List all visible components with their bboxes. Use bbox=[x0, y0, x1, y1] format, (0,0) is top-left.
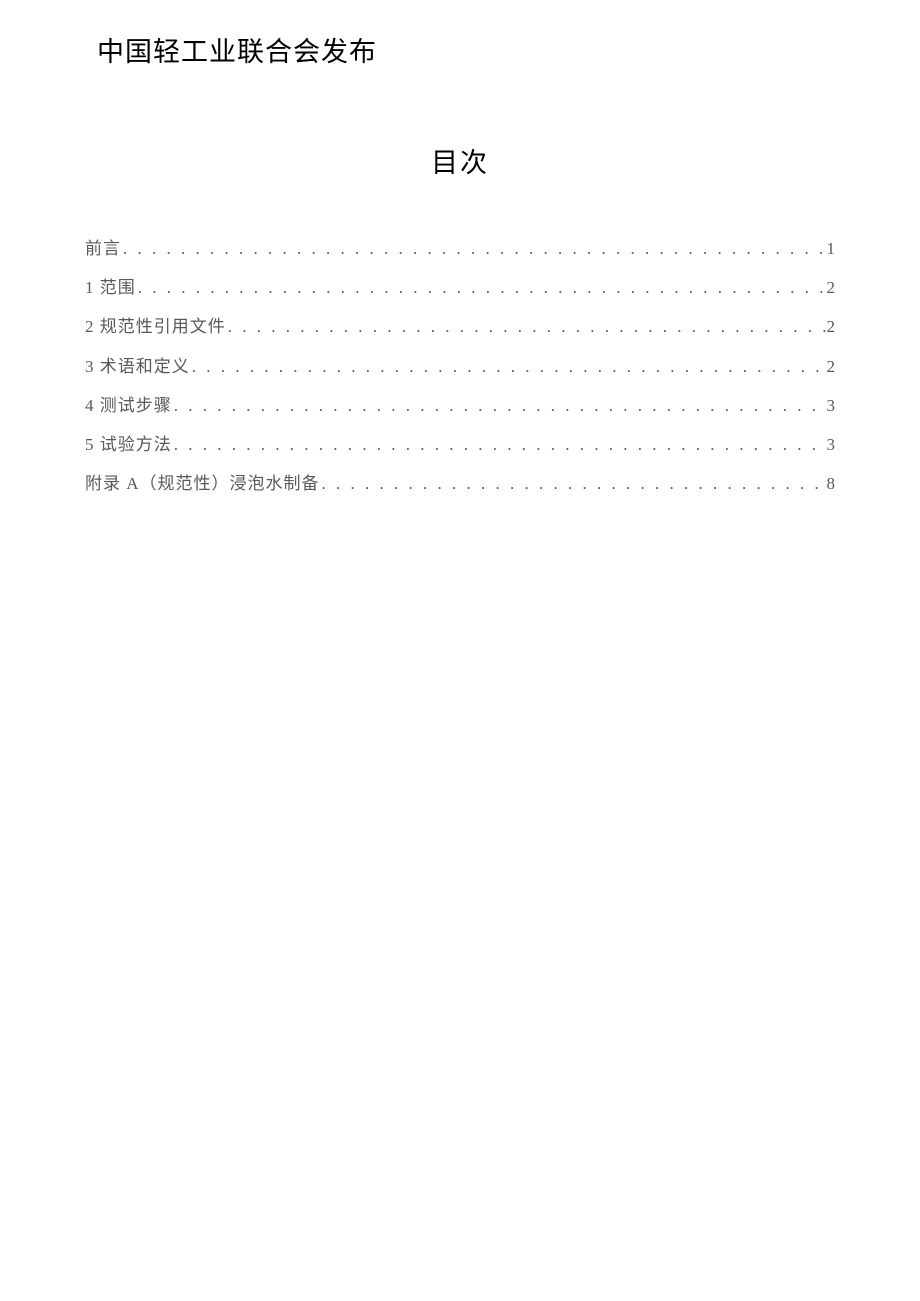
toc-list: 前言 . . . . . . . . . . . . . . . . . . .… bbox=[85, 235, 835, 497]
toc-item: 3 术语和定义 . . . . . . . . . . . . . . . . … bbox=[85, 353, 835, 380]
toc-dots: . . . . . . . . . . . . . . . . . . . . … bbox=[172, 431, 827, 458]
document-page: 中国轻工业联合会发布 目次 前言 . . . . . . . . . . . .… bbox=[0, 0, 920, 497]
toc-item-page: 2 bbox=[827, 274, 836, 301]
toc-dots: . . . . . . . . . . . . . . . . . . . . … bbox=[226, 313, 827, 340]
toc-item-page: 3 bbox=[827, 431, 836, 458]
toc-item-label: 1 范围 bbox=[85, 274, 136, 301]
toc-item-page: 2 bbox=[827, 313, 836, 340]
toc-item-label: 2 规范性引用文件 bbox=[85, 313, 226, 340]
toc-item-label: 前言 bbox=[85, 235, 121, 262]
toc-dots: . . . . . . . . . . . . . . . . . . . . … bbox=[320, 470, 827, 497]
publisher-name: 中国轻工业联合会发布 bbox=[97, 30, 835, 69]
toc-item: 5 试验方法 . . . . . . . . . . . . . . . . .… bbox=[85, 431, 835, 458]
toc-item-label: 附录 A（规范性）浸泡水制备 bbox=[85, 470, 320, 497]
toc-item: 附录 A（规范性）浸泡水制备 . . . . . . . . . . . . .… bbox=[85, 470, 835, 497]
toc-item-page: 2 bbox=[827, 353, 836, 380]
toc-dots: . . . . . . . . . . . . . . . . . . . . … bbox=[172, 392, 827, 419]
toc-item-page: 8 bbox=[827, 470, 836, 497]
toc-item: 2 规范性引用文件 . . . . . . . . . . . . . . . … bbox=[85, 313, 835, 340]
toc-item-label: 4 测试步骤 bbox=[85, 392, 172, 419]
toc-item-page: 1 bbox=[827, 235, 836, 262]
toc-item-label: 5 试验方法 bbox=[85, 431, 172, 458]
toc-item-page: 3 bbox=[827, 392, 836, 419]
toc-dots: . . . . . . . . . . . . . . . . . . . . … bbox=[190, 353, 827, 380]
toc-item-label: 3 术语和定义 bbox=[85, 353, 190, 380]
toc-item: 1 范围 . . . . . . . . . . . . . . . . . .… bbox=[85, 274, 835, 301]
toc-item: 前言 . . . . . . . . . . . . . . . . . . .… bbox=[85, 235, 835, 262]
toc-dots: . . . . . . . . . . . . . . . . . . . . … bbox=[136, 274, 827, 301]
toc-dots: . . . . . . . . . . . . . . . . . . . . … bbox=[121, 235, 827, 262]
toc-item: 4 测试步骤 . . . . . . . . . . . . . . . . .… bbox=[85, 392, 835, 419]
toc-title: 目次 bbox=[85, 141, 835, 180]
